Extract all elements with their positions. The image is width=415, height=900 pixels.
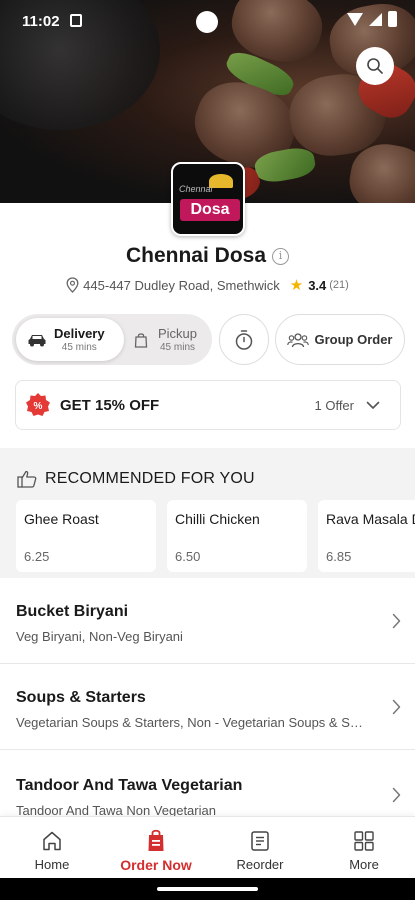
logo-text: Dosa bbox=[180, 199, 240, 221]
nav-reorder[interactable]: Reorder bbox=[208, 817, 312, 879]
car-icon bbox=[28, 334, 46, 346]
group-icon bbox=[287, 332, 310, 347]
signal-icon bbox=[369, 12, 382, 26]
pickup-label: Pickup bbox=[158, 326, 198, 341]
nav-reorder-label: Reorder bbox=[236, 857, 284, 872]
notification-icon bbox=[70, 14, 82, 27]
rating-count: (21) bbox=[329, 279, 349, 291]
nav-home[interactable]: Home bbox=[0, 817, 104, 879]
recommended-item-name: Ghee Roast bbox=[24, 511, 99, 527]
stopwatch-icon bbox=[235, 329, 253, 350]
logo-small-text: Chennai bbox=[179, 184, 213, 194]
offer-banner[interactable]: % GET 15% OFF 1 Offer bbox=[15, 380, 401, 430]
home-icon bbox=[43, 831, 61, 851]
location-pin-icon bbox=[66, 277, 79, 293]
recommended-heading: RECOMMENDED FOR YOU bbox=[45, 470, 255, 487]
order-bag-icon bbox=[148, 829, 164, 851]
search-button[interactable] bbox=[356, 47, 394, 85]
recommended-item-card[interactable]: Ghee Roast 6.25 bbox=[16, 500, 156, 572]
schedule-button[interactable] bbox=[219, 314, 269, 365]
pickup-option[interactable]: Pickup 45 mins bbox=[124, 318, 210, 361]
category-description: Vegetarian Soups & Starters, Non - Veget… bbox=[16, 715, 366, 730]
recommended-item-price: 6.85 bbox=[326, 549, 352, 564]
recommended-header: RECOMMENDED FOR YOU bbox=[17, 470, 255, 488]
gesture-bar bbox=[0, 878, 415, 900]
delivery-label: Delivery bbox=[54, 326, 105, 341]
category-name: Tandoor And Tawa Vegetarian bbox=[16, 777, 243, 794]
address-row: 445-447 Dudley Road, Smethwick ★ 3.4 (21… bbox=[0, 276, 415, 294]
nav-order-now-label: Order Now bbox=[120, 857, 192, 873]
info-icon[interactable]: i bbox=[272, 248, 290, 265]
nav-more[interactable]: More bbox=[312, 817, 415, 879]
chevron-right-icon bbox=[392, 613, 401, 629]
category-name: Soups & Starters bbox=[16, 689, 146, 706]
camera-cutout bbox=[196, 11, 218, 33]
recommended-item-name: Chilli Chicken bbox=[175, 511, 260, 527]
search-icon bbox=[367, 58, 383, 74]
svg-text:%: % bbox=[34, 401, 43, 412]
restaurant-logo: Chennai Dosa bbox=[171, 162, 245, 236]
pickup-time: 45 mins bbox=[160, 342, 196, 353]
chevron-down-icon bbox=[366, 401, 380, 409]
nav-home-label: Home bbox=[34, 857, 70, 872]
restaurant-address: 445-447 Dudley Road, Smethwick bbox=[83, 277, 280, 293]
recommended-item-price: 6.25 bbox=[24, 549, 50, 564]
nav-more-label: More bbox=[349, 857, 379, 872]
category-row[interactable]: Soups & Starters Vegetarian Soups & Star… bbox=[0, 664, 415, 750]
recommended-item-price: 6.50 bbox=[175, 549, 201, 564]
group-order-label: Group Order bbox=[314, 332, 393, 347]
delivery-time: 45 mins bbox=[61, 342, 97, 353]
wifi-icon bbox=[347, 12, 363, 26]
category-description: Tandoor And Tawa Non Vegetarian bbox=[16, 803, 216, 816]
offer-title: GET 15% OFF bbox=[60, 396, 160, 414]
home-indicator[interactable] bbox=[157, 887, 258, 891]
recommended-item-name: Rava Masala Dosa bbox=[326, 511, 415, 527]
grid-icon bbox=[354, 831, 374, 851]
star-icon: ★ bbox=[289, 277, 304, 294]
receipt-icon bbox=[251, 831, 269, 851]
chevron-right-icon bbox=[392, 699, 401, 715]
bottom-navigation: Home Order Now Reorder More bbox=[0, 816, 415, 878]
restaurant-name: Chennai Dosa bbox=[125, 244, 267, 267]
delivery-option[interactable]: Delivery 45 mins bbox=[16, 318, 124, 361]
status-bar: 11:02 bbox=[0, 0, 415, 42]
rating-value: 3.4 bbox=[308, 277, 327, 293]
category-row[interactable]: Bucket Biryani Veg Biryani, Non-Veg Biry… bbox=[0, 578, 415, 664]
category-description: Veg Biryani, Non-Veg Biryani bbox=[16, 629, 183, 644]
discount-badge-icon: % bbox=[26, 393, 50, 417]
category-row[interactable]: Tandoor And Tawa Vegetarian Tandoor And … bbox=[0, 750, 415, 816]
offer-count: 1 Offer bbox=[314, 397, 354, 413]
thumbs-up-icon bbox=[17, 470, 37, 488]
group-order-button[interactable]: Group Order bbox=[275, 314, 405, 365]
battery-icon bbox=[388, 11, 397, 27]
order-mode-toggle: Delivery 45 mins Pickup 45 mins bbox=[12, 314, 212, 365]
shopping-bag-icon bbox=[134, 332, 148, 348]
recommended-item-card[interactable]: Rava Masala Dosa 6.85 bbox=[318, 500, 415, 572]
chevron-right-icon bbox=[392, 787, 401, 803]
category-name: Bucket Biryani bbox=[16, 603, 129, 620]
status-time: 11:02 bbox=[22, 13, 60, 30]
recommended-item-card[interactable]: Chilli Chicken 6.50 bbox=[167, 500, 307, 572]
recommended-carousel[interactable]: Ghee Roast 6.25 Chilli Chicken 6.50 Rava… bbox=[16, 500, 415, 572]
nav-order-now[interactable]: Order Now bbox=[104, 817, 208, 879]
